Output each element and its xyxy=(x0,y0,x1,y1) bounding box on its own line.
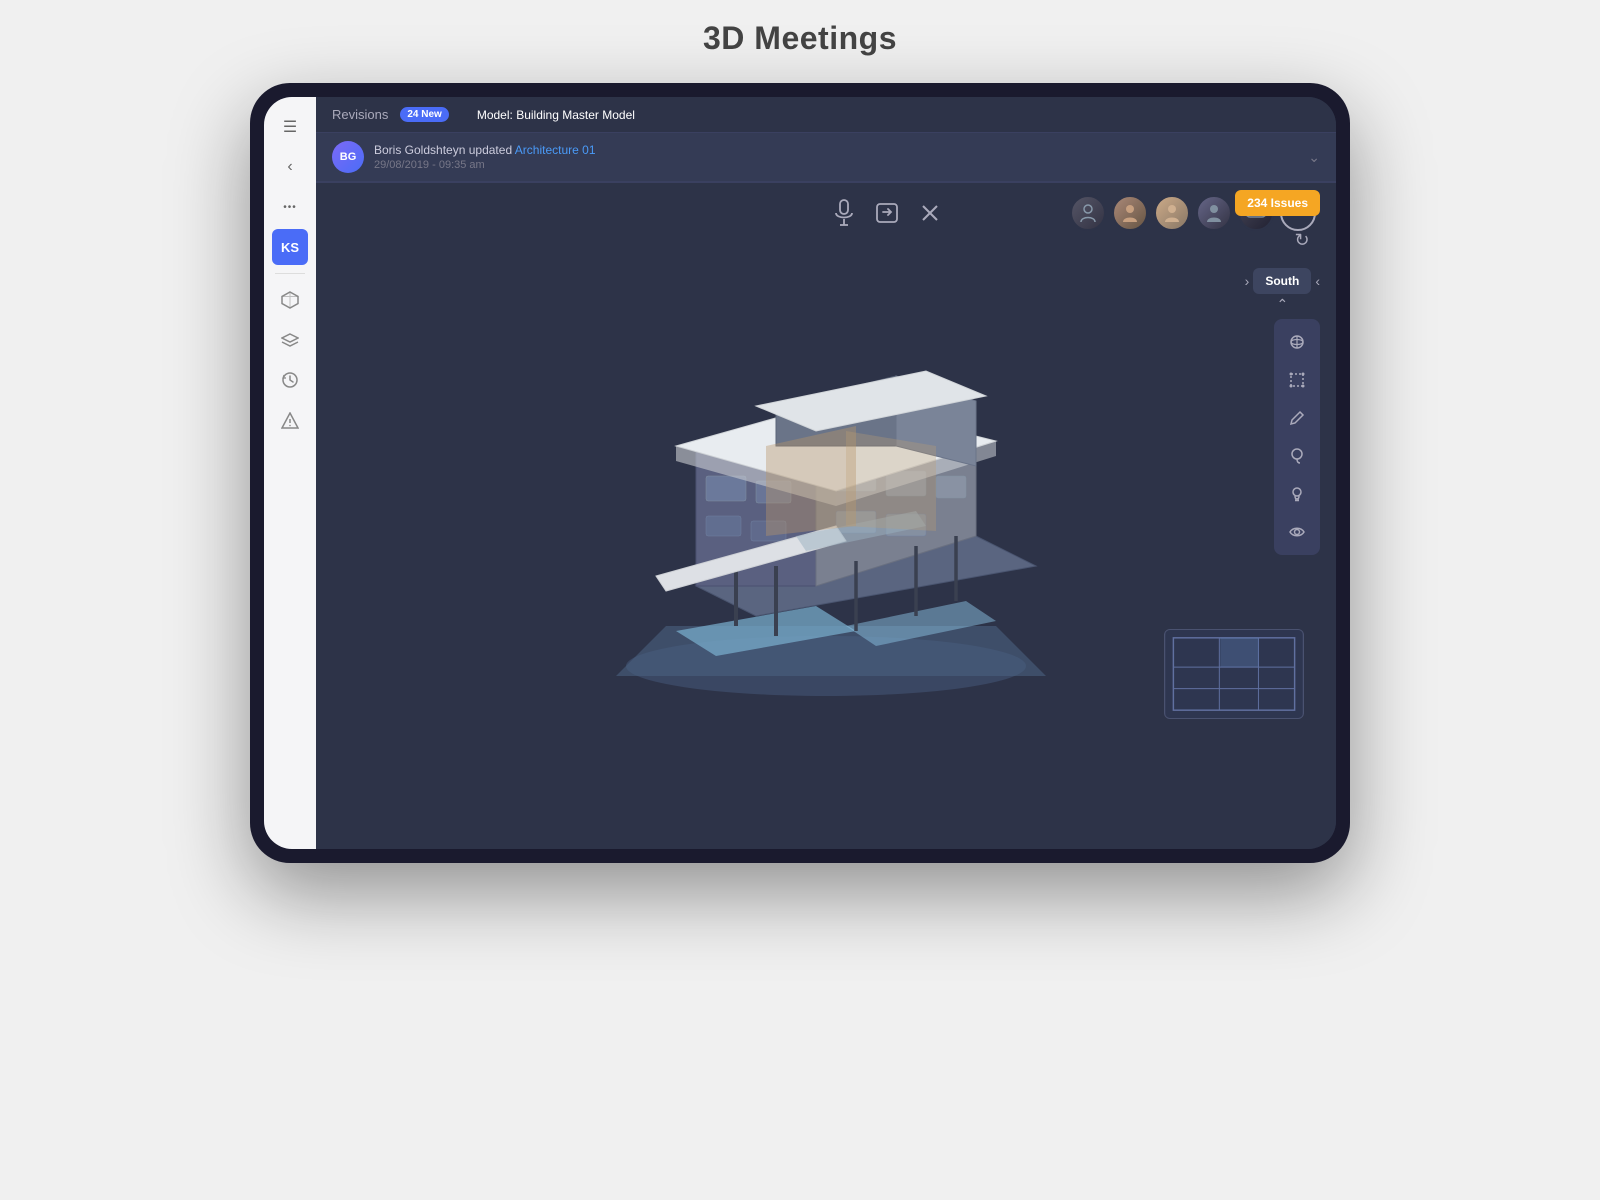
revision-timestamp: 29/08/2019 - 09:35 am xyxy=(374,159,1298,171)
sidebar: ☰ ‹ ••• KS xyxy=(264,97,316,849)
light-tool-button[interactable] xyxy=(1280,477,1314,511)
compass-label[interactable]: South xyxy=(1253,268,1311,294)
new-badge: 24 New xyxy=(400,107,448,122)
layers-icon[interactable] xyxy=(272,322,308,358)
revision-user-name: Boris Goldshteyn updated Architecture 01 xyxy=(374,143,1298,157)
compass-left-icon[interactable]: › xyxy=(1245,273,1250,289)
cube-icon[interactable] xyxy=(272,282,308,318)
more-icon[interactable]: ••• xyxy=(272,189,308,225)
compass-nav: › South ‹ xyxy=(1245,268,1320,294)
right-toolbar: 234 Issues ↻ › South ‹ ⌃ xyxy=(1235,182,1320,789)
refresh-button[interactable]: ↻ xyxy=(1284,222,1320,258)
back-icon[interactable]: ‹ xyxy=(272,149,308,185)
warning-icon[interactable] xyxy=(272,402,308,438)
app-layout: ☰ ‹ ••• KS xyxy=(264,97,1336,849)
top-bar: Revisions 24 New Model: Building Master … xyxy=(316,97,1336,133)
revision-expand-icon[interactable]: ⌄ xyxy=(1308,149,1320,166)
tablet-screen: ☰ ‹ ••• KS xyxy=(264,97,1336,849)
eye-tool-button[interactable] xyxy=(1280,515,1314,549)
viewport[interactable]: 234 Issues ↻ › South ‹ ⌃ xyxy=(316,182,1336,849)
revision-item: BG Boris Goldshteyn updated Architecture… xyxy=(316,133,1336,182)
revision-text: Boris Goldshteyn updated Architecture 01… xyxy=(374,143,1298,171)
compass-right-icon[interactable]: ‹ xyxy=(1315,273,1320,289)
menu-icon[interactable]: ☰ xyxy=(272,109,308,145)
compass-up-icon[interactable]: ⌃ xyxy=(1276,296,1288,313)
revision-avatar: BG xyxy=(332,141,364,173)
history-icon[interactable] xyxy=(272,362,308,398)
view-tool-button[interactable] xyxy=(1280,325,1314,359)
model-name: Building Master Model xyxy=(516,108,635,122)
model-label: Model: Building Master Model xyxy=(477,108,635,122)
tool-panel xyxy=(1274,319,1320,555)
edit-tool-button[interactable] xyxy=(1280,401,1314,435)
issues-badge[interactable]: 234 Issues xyxy=(1235,190,1320,216)
revisions-label: Revisions xyxy=(332,107,388,122)
select-tool-button[interactable] xyxy=(1280,363,1314,397)
sidebar-divider-1 xyxy=(275,273,305,274)
main-content: Revisions 24 New Model: Building Master … xyxy=(316,97,1336,849)
brush-tool-button[interactable] xyxy=(1280,439,1314,473)
user-avatar-icon[interactable]: KS xyxy=(272,229,308,265)
minimap[interactable] xyxy=(1164,629,1304,719)
page-title: 3D Meetings xyxy=(250,20,1350,57)
tablet-frame: ☰ ‹ ••• KS xyxy=(250,83,1350,863)
compass-section: › South ‹ ⌃ xyxy=(1245,268,1320,313)
revision-link[interactable]: Architecture 01 xyxy=(515,143,596,157)
